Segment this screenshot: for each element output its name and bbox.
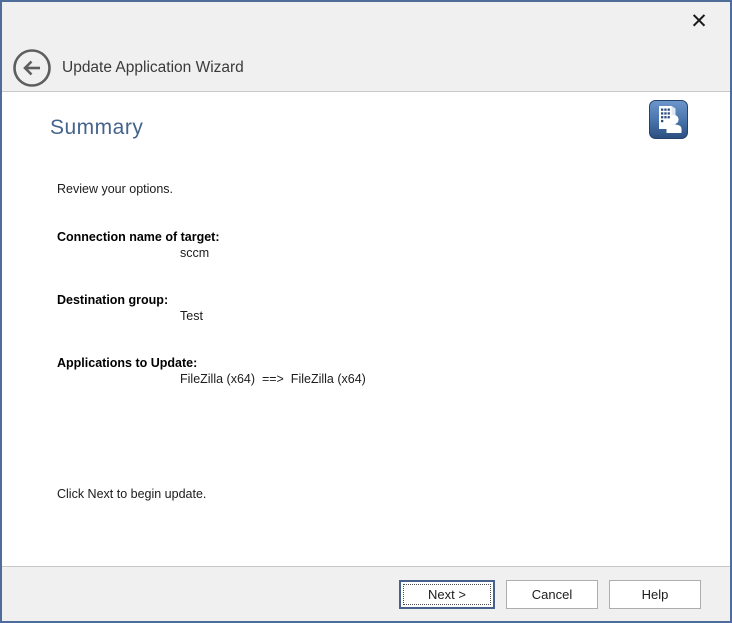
back-button[interactable] <box>12 48 52 88</box>
field-label: Destination group: <box>57 292 700 308</box>
field-value: FileZilla (x64) ==> FileZilla (x64) <box>57 371 700 387</box>
close-button[interactable]: ✕ <box>682 6 716 38</box>
next-button[interactable]: Next > <box>399 580 495 609</box>
wizard-window: ✕ Update Application Wizard Summary <box>0 0 732 623</box>
application-user-icon <box>649 100 688 139</box>
field-value: Test <box>57 308 700 324</box>
field-value: sccm <box>57 245 700 261</box>
page-title: Summary <box>50 116 700 140</box>
next-hint: Click Next to begin update. <box>57 487 206 501</box>
field-label: Connection name of target: <box>57 229 700 245</box>
field-applications-to-update: Applications to Update: FileZilla (x64) … <box>57 355 700 387</box>
intro-text: Review your options. <box>57 182 700 196</box>
button-bar: Next > Cancel Help <box>2 566 730 621</box>
summary-fields: Connection name of target: sccm Destinat… <box>57 229 700 387</box>
field-label: Applications to Update: <box>57 355 700 371</box>
back-arrow-icon <box>12 48 52 88</box>
title-row: Update Application Wizard <box>12 48 244 88</box>
cancel-button[interactable]: Cancel <box>506 580 598 609</box>
close-icon: ✕ <box>690 10 708 33</box>
field-destination-group: Destination group: Test <box>57 292 700 324</box>
help-button[interactable]: Help <box>609 580 701 609</box>
field-connection-name: Connection name of target: sccm <box>57 229 700 261</box>
wizard-header: ✕ Update Application Wizard <box>2 2 730 92</box>
summary-page: Summary <box>2 92 730 566</box>
wizard-title: Update Application Wizard <box>62 59 244 77</box>
